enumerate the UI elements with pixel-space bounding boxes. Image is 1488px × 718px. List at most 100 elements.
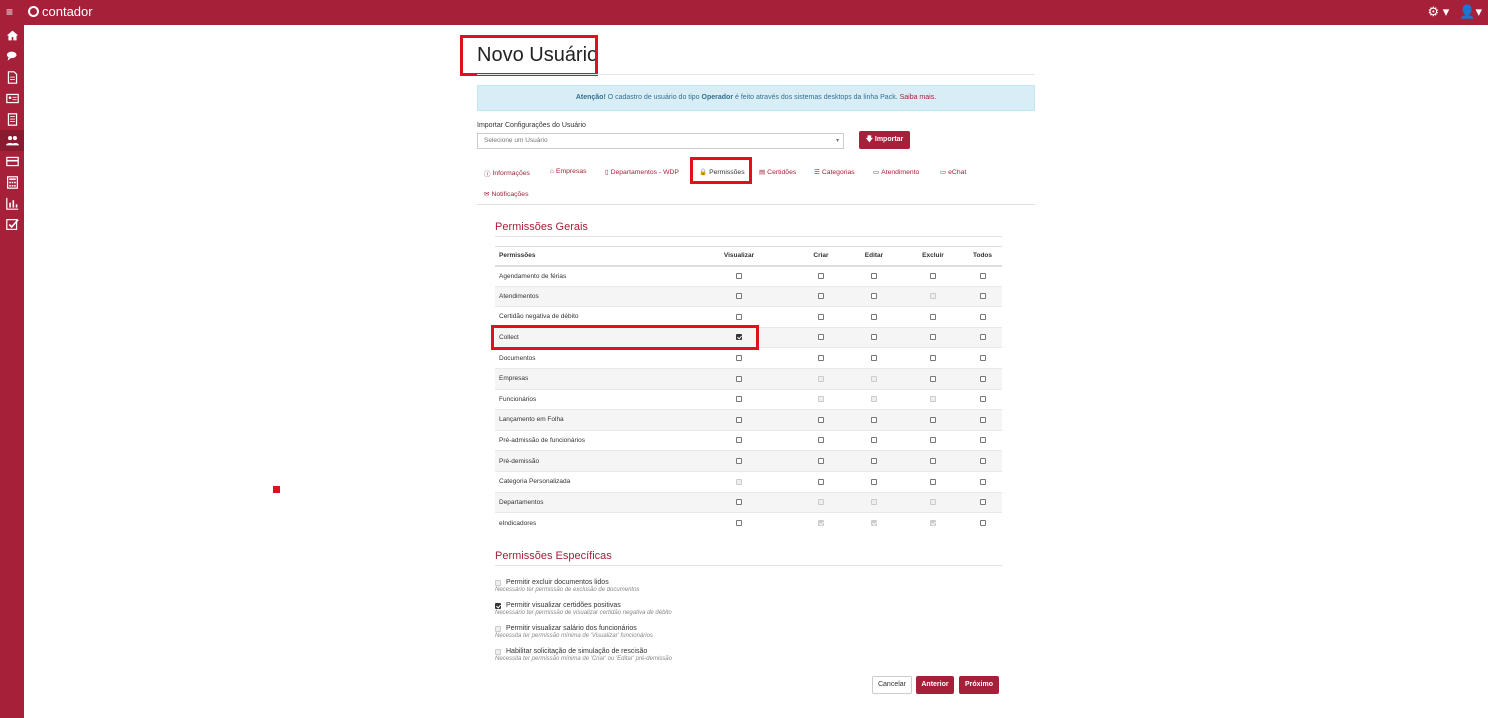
specific-permission-row[interactable]: Habilitar solicitação de simulação de re… xyxy=(495,648,672,655)
specific-permission-row[interactable]: Permitir excluir documentos lidos xyxy=(495,579,639,586)
users-icon[interactable] xyxy=(0,130,24,151)
permission-checkbox[interactable] xyxy=(979,416,986,423)
permission-checkbox[interactable] xyxy=(818,293,824,300)
cancel-button[interactable]: Cancelar xyxy=(872,676,912,694)
permission-checkbox[interactable] xyxy=(818,416,824,423)
permission-checkbox[interactable] xyxy=(930,313,936,320)
alert-link[interactable]: Saiba mais. xyxy=(900,94,937,101)
import-button[interactable]: 🡇 Importar xyxy=(859,131,910,149)
permission-cell xyxy=(797,306,845,328)
permission-checkbox[interactable] xyxy=(871,334,877,341)
permission-checkbox[interactable] xyxy=(871,293,877,300)
tab-departamentos[interactable]: ▯ Departamentos - WDP xyxy=(605,168,679,177)
user-select[interactable]: Selecione um Usuário ▾ xyxy=(477,133,844,149)
specific-permission-row[interactable]: Permitir visualizar certidões positivas xyxy=(495,602,672,609)
permission-checkbox[interactable] xyxy=(871,478,877,485)
permission-checkbox[interactable] xyxy=(736,519,742,526)
permission-checkbox[interactable] xyxy=(736,375,742,382)
permission-checkbox[interactable] xyxy=(736,293,742,300)
permission-checkbox[interactable] xyxy=(979,272,986,279)
comments-icon[interactable] xyxy=(0,46,24,67)
checkbox-icon[interactable] xyxy=(0,214,24,235)
permission-checkbox[interactable] xyxy=(930,416,936,423)
permission-checkbox[interactable] xyxy=(979,375,986,382)
permission-checkbox[interactable] xyxy=(818,437,824,444)
permission-checkbox[interactable] xyxy=(930,375,936,382)
calculator-icon[interactable] xyxy=(0,172,24,193)
permission-checkbox[interactable] xyxy=(930,334,936,341)
building-icon[interactable] xyxy=(0,109,24,130)
permission-checkbox[interactable] xyxy=(736,396,742,403)
permission-checkbox[interactable] xyxy=(979,519,986,526)
permission-checkbox[interactable] xyxy=(930,457,936,464)
permission-checkbox[interactable] xyxy=(979,354,986,361)
permission-checkbox[interactable] xyxy=(979,437,986,444)
specific-permission-checkbox[interactable] xyxy=(495,648,501,655)
permission-checkbox[interactable] xyxy=(736,499,742,506)
section-divider xyxy=(495,236,1002,237)
permission-checkbox[interactable] xyxy=(871,313,877,320)
permission-cell xyxy=(845,306,903,328)
tab-label: Departamentos - WDP xyxy=(610,168,679,176)
tab-informacoes[interactable]: ⓘ Informações xyxy=(484,168,530,179)
permission-checkbox[interactable] xyxy=(818,478,824,485)
permission-checkbox[interactable] xyxy=(979,396,986,403)
home-icon[interactable] xyxy=(0,25,24,46)
permission-cell xyxy=(797,429,845,451)
permission-checkbox[interactable] xyxy=(871,457,877,464)
tab-label: Informações xyxy=(492,169,530,177)
tab-label: Certidões xyxy=(767,168,797,176)
permission-checkbox[interactable] xyxy=(736,457,742,464)
permission-checkbox[interactable] xyxy=(979,499,986,506)
table-row: Pré-admissão de funcionários xyxy=(495,429,1002,451)
permission-checkbox[interactable] xyxy=(979,293,986,300)
permission-checkbox[interactable] xyxy=(818,457,824,464)
permission-checkbox[interactable] xyxy=(930,272,936,279)
permission-checkbox[interactable] xyxy=(871,272,877,279)
permission-checkbox[interactable] xyxy=(871,437,877,444)
permission-checkbox[interactable] xyxy=(979,334,986,341)
credit-card-icon[interactable] xyxy=(0,151,24,172)
permission-cell xyxy=(681,347,797,369)
permission-checkbox[interactable] xyxy=(930,354,936,361)
tab-atendimento[interactable]: ▭ Atendimento xyxy=(873,168,919,177)
permission-checkbox[interactable] xyxy=(736,437,742,444)
previous-button[interactable]: Anterior xyxy=(916,676,954,694)
menu-icon[interactable]: ≡ xyxy=(6,6,16,18)
permission-checkbox[interactable] xyxy=(818,313,824,320)
permission-checkbox[interactable] xyxy=(818,354,824,361)
specific-permission-item: Permitir visualizar salário dos funcioná… xyxy=(495,625,653,639)
specific-permission-checkbox[interactable] xyxy=(495,579,501,586)
permission-checkbox xyxy=(818,519,824,526)
bar-chart-icon[interactable] xyxy=(0,193,24,214)
tab-echat[interactable]: ▭ eChat xyxy=(940,168,966,177)
specific-permission-checkbox[interactable] xyxy=(495,625,501,632)
permission-checkbox[interactable] xyxy=(818,334,824,341)
tab-empresas[interactable]: ⌂ Empresas xyxy=(550,168,587,175)
user-menu-icon[interactable]: 👤▾ xyxy=(1459,4,1482,20)
permission-checkbox[interactable] xyxy=(979,457,986,464)
permission-checkbox[interactable] xyxy=(871,416,877,423)
tab-categorias[interactable]: ☰ Categorias xyxy=(814,168,855,177)
tab-label: Empresas xyxy=(555,168,587,175)
permission-checkbox[interactable] xyxy=(736,313,742,320)
permission-checkbox[interactable] xyxy=(736,416,742,423)
specific-permission-checkbox[interactable] xyxy=(495,602,501,609)
tab-notificacoes[interactable]: ✉ Notificações xyxy=(484,190,528,199)
permission-checkbox[interactable] xyxy=(818,272,824,279)
specific-permission-row[interactable]: Permitir visualizar salário dos funcioná… xyxy=(495,625,653,632)
permission-cell xyxy=(797,450,845,472)
brand-logo[interactable]: contador xyxy=(28,4,93,19)
settings-gear-icon[interactable]: ⚙ ▾ xyxy=(1427,4,1449,20)
permission-checkbox[interactable] xyxy=(871,354,877,361)
permission-checkbox[interactable] xyxy=(979,478,986,485)
id-card-icon[interactable] xyxy=(0,88,24,109)
next-button[interactable]: Próximo xyxy=(959,676,999,694)
document-icon[interactable] xyxy=(0,67,24,88)
permission-checkbox[interactable] xyxy=(736,354,742,361)
permission-checkbox[interactable] xyxy=(930,478,936,485)
permission-checkbox[interactable] xyxy=(736,272,742,279)
permission-checkbox[interactable] xyxy=(930,437,936,444)
permission-checkbox[interactable] xyxy=(979,313,986,320)
tab-certidoes[interactable]: ▤ Certidões xyxy=(759,168,797,177)
